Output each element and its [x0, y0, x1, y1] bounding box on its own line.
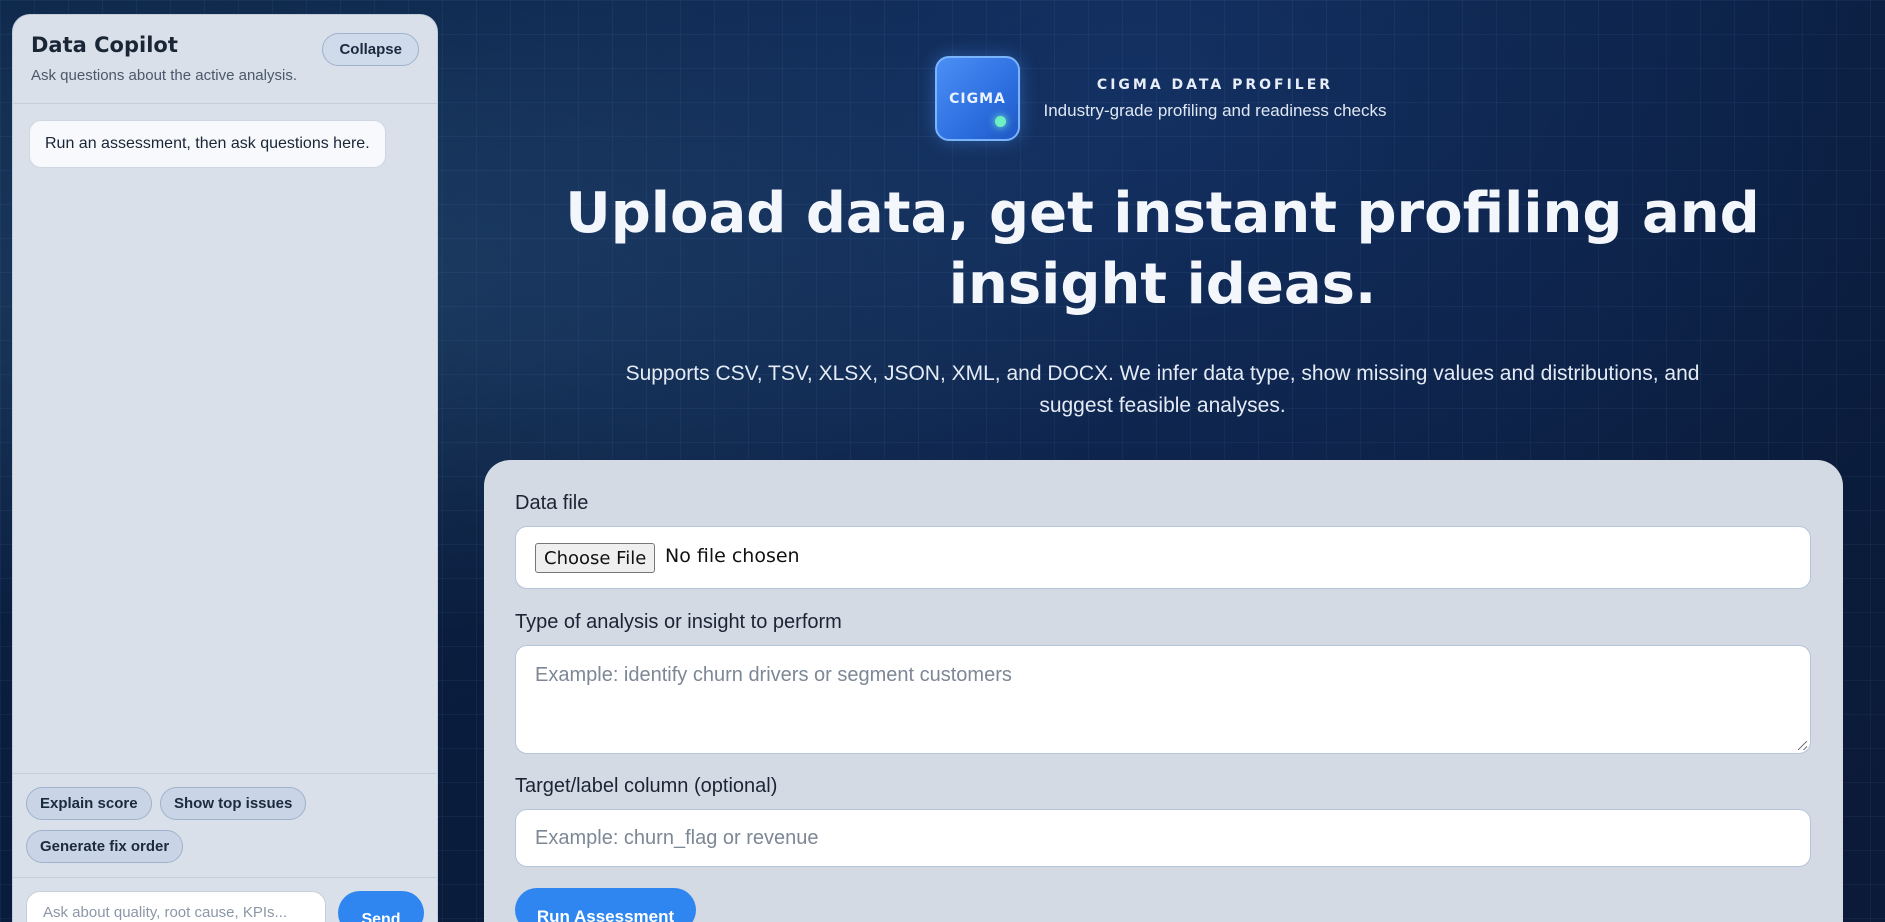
brand-tagline: Industry-grade profiling and readiness c… [1043, 101, 1387, 120]
ask-input[interactable]: Ask about quality, root cause, KPIs... [26, 891, 326, 922]
analysis-label: Type of analysis or insight to perform [515, 611, 842, 633]
hero-title: Upload data, get instant profiling and i… [565, 181, 1760, 317]
analysis-placeholder: Example: identify churn drivers or segme… [535, 664, 1012, 686]
target-label: Target/label column (optional) [515, 775, 778, 797]
target-placeholder: Example: churn_flag or revenue [535, 827, 819, 849]
logo-text: CIGMA [949, 90, 1006, 107]
brand-name: CIGMA DATA PROFILER [1096, 77, 1334, 93]
status-dot-icon [995, 116, 1006, 127]
explain-score-chip[interactable]: Explain score [26, 787, 152, 820]
target-input[interactable]: Example: churn_flag or revenue [515, 809, 1811, 867]
sidebar-subtitle: Ask questions about the active analysis. [31, 67, 297, 84]
hero-subtitle: Supports CSV, TSV, XLSX, JSON, XML, and … [625, 362, 1700, 417]
analysis-textarea[interactable]: Example: identify churn drivers or segme… [515, 645, 1811, 754]
sidebar-header: Data Copilot Ask questions about the act… [13, 15, 437, 104]
file-input[interactable]: Choose File No file chosen [515, 526, 1811, 589]
show-top-issues-chip[interactable]: Show top issues [160, 787, 307, 820]
run-assessment-button[interactable]: Run Assessment [515, 888, 696, 922]
sidebar-divider [13, 877, 437, 878]
copilot-sidebar: Data Copilot Ask questions about the act… [12, 14, 438, 922]
sidebar-divider [13, 773, 437, 774]
file-label: Data file [515, 492, 589, 514]
choose-file-button[interactable]: Choose File [535, 543, 656, 573]
resize-handle-icon[interactable] [1798, 741, 1807, 750]
collapse-button[interactable]: Collapse [322, 33, 419, 66]
send-button[interactable]: Send [338, 891, 424, 922]
assessment-form: Data file Choose File No file chosen Typ… [484, 460, 1843, 922]
cigma-logo: CIGMA [935, 56, 1020, 141]
assistant-message: Run an assessment, then ask questions he… [29, 120, 386, 168]
generate-fix-order-chip[interactable]: Generate fix order [26, 830, 184, 863]
file-status: No file chosen [665, 545, 800, 567]
